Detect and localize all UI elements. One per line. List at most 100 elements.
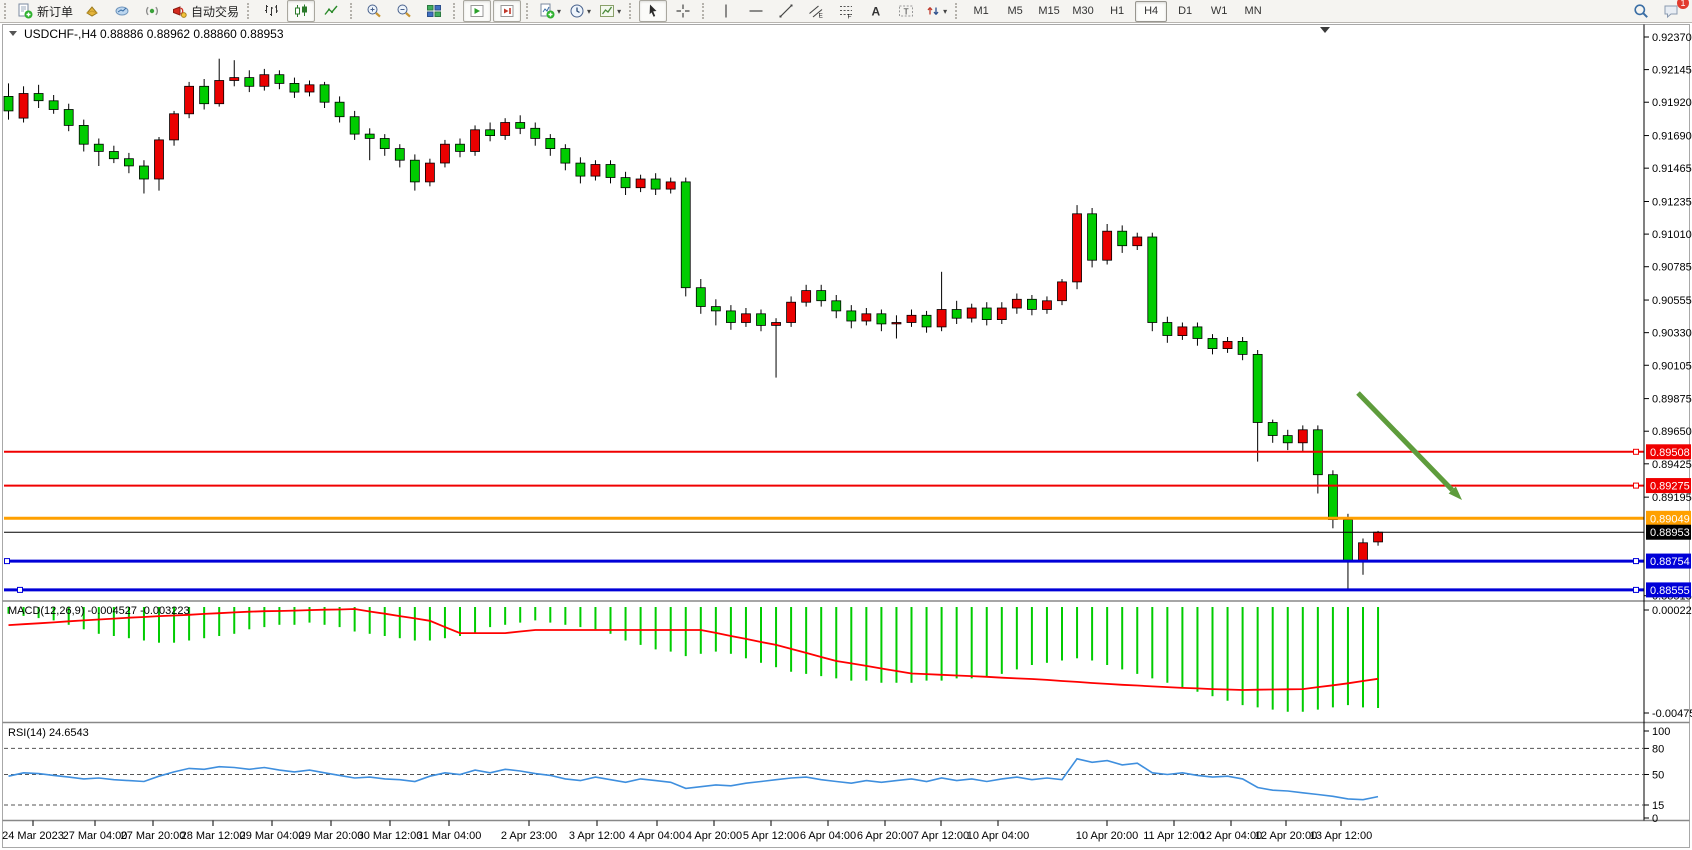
indicators-button[interactable]: ▾ [536,0,564,22]
time-tick-label: 29 Mar 04:00 [240,830,305,842]
zoom-out-button[interactable] [390,0,418,22]
candle [937,310,946,327]
chart-gold-icon [84,3,100,19]
candle [335,102,344,117]
autotrade-button[interactable]: 自动交易 [168,0,242,22]
tile-windows-button[interactable] [420,0,448,22]
candle [997,308,1006,320]
timeframe-m30-button[interactable]: M30 [1067,1,1099,22]
market-watch-button[interactable] [78,0,106,22]
dropdown-arrow-icon[interactable]: ▾ [943,7,947,16]
candle [922,315,931,327]
candle [440,144,449,163]
price-label-0.89508: 0.89508 [1650,447,1690,459]
hline-handle[interactable] [1634,559,1639,564]
candle [967,308,976,318]
candle [456,144,465,151]
candle [1359,543,1368,562]
periods-button[interactable]: ▾ [566,0,594,22]
time-tick-label: 4 Apr 20:00 [686,830,742,842]
candle [109,152,118,159]
timeframe-m1-button[interactable]: M1 [965,1,997,22]
search-button[interactable] [1627,0,1655,22]
templates-button[interactable]: ▾ [596,0,624,22]
timeframe-mn-button[interactable]: MN [1237,1,1269,22]
zoom-in-button[interactable] [360,0,388,22]
candle [847,311,856,321]
cursor-button[interactable] [639,0,667,22]
crosshair-button[interactable] [669,0,697,22]
dropdown-arrow-icon[interactable]: ▾ [557,7,561,16]
tiles-icon [426,3,442,19]
time-tick-label: 30 Mar 12:00 [358,830,423,842]
community-button[interactable]: 1 [1657,0,1685,22]
toolbar-grip [453,3,459,19]
candle [245,78,254,87]
timeframe-m15-button[interactable]: M15 [1033,1,1065,22]
chart-title: USDCHF-,H4 0.88886 0.88962 0.88860 0.889… [24,27,284,41]
candle [230,78,239,81]
hline-handle[interactable] [18,587,23,592]
text-label-button[interactable]: T [892,0,920,22]
candle [155,140,164,179]
vertical-line-button[interactable] [712,0,740,22]
text-button[interactable]: A [862,0,890,22]
candle [410,160,419,182]
hline-handle[interactable] [1634,449,1639,454]
chart-shift-button[interactable] [493,0,521,22]
candle [802,291,811,303]
toolbar-grip [247,3,253,19]
candle [516,123,525,129]
signals-button[interactable] [138,0,166,22]
price-label-0.88754: 0.88754 [1650,556,1690,568]
template-icon [599,3,615,19]
hline-icon [748,3,764,19]
fibonacci-button[interactable]: F [832,0,860,22]
trendline-button[interactable] [772,0,800,22]
data-window-button[interactable] [108,0,136,22]
timeframe-h4-button[interactable]: H4 [1135,1,1167,22]
candle [501,123,510,136]
candle [711,307,720,311]
auto-scroll-button[interactable] [463,0,491,22]
hline-handle[interactable] [5,559,10,564]
candlestick-chart-button[interactable] [287,0,315,22]
candle [832,301,841,311]
arrows-button[interactable]: ▾ [922,0,950,22]
new-order-icon [17,3,33,19]
tline-icon [778,3,794,19]
line-chart-button[interactable] [317,0,345,22]
price-label-0.89275: 0.89275 [1650,481,1690,493]
candle [892,323,901,324]
dropdown-arrow-icon[interactable]: ▾ [617,7,621,16]
timeframe-m5-button[interactable]: M5 [999,1,1031,22]
hline-handle[interactable] [1634,587,1639,592]
candle [681,182,690,288]
price-tick-label: 0.89650 [1652,426,1692,438]
candle [952,310,961,319]
autotrade-icon [171,3,187,19]
candle [666,182,675,189]
candle [1268,423,1277,436]
equidistant-channel-button[interactable]: E [802,0,830,22]
candle [275,75,284,84]
bar-chart-button[interactable] [257,0,285,22]
candle [124,159,133,166]
candle [606,165,615,178]
candle [94,144,103,151]
new-order-button-label: 新订单 [37,3,73,20]
timeframe-w1-button[interactable]: W1 [1203,1,1235,22]
dropdown-arrow-icon[interactable]: ▾ [587,7,591,16]
hline-handle[interactable] [1634,483,1639,488]
timeframe-d1-button[interactable]: D1 [1169,1,1201,22]
time-tick-label: 4 Apr 04:00 [629,830,685,842]
price-tick-label: 0.91690 [1652,131,1692,143]
timeframe-h1-button[interactable]: H1 [1101,1,1133,22]
horizontal-line-button[interactable] [742,0,770,22]
new-order-button[interactable]: 新订单 [14,0,76,22]
candle [531,128,540,138]
candle [1208,339,1217,349]
time-tick-label: 3 Apr 12:00 [569,830,625,842]
chart-window: 0.923700.921450.919200.916900.914650.912… [0,23,1692,850]
candle [651,179,660,189]
